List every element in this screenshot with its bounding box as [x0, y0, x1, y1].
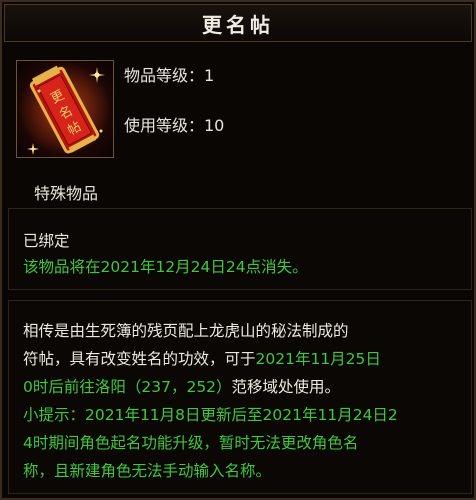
binding-section: 已绑定 该物品将在2021年12月24日24点消失。 — [8, 208, 472, 290]
item-name-title: 更名帖 — [202, 12, 274, 37]
item-level-stat: 物品等级：1 — [124, 66, 215, 85]
description-location-link[interactable]: 洛阳（237，252） — [95, 378, 232, 396]
tip-line-2: 4时期间角色起名功能升级，暂时无法更改角色名 — [23, 434, 359, 452]
tip-line-1: 小提示：2021年11月8日更新后至2021年11月24日2 — [23, 406, 398, 424]
description-line-2: 符帖，具有改变姓名的功效，可于2021年11月25日 — [23, 347, 381, 369]
tooltip-title-bar: 更名帖 — [4, 4, 472, 42]
item-category: 特殊物品 — [34, 184, 99, 203]
description-section: 相传是由生死簿的残页配上龙虎山的秘法制成的 符帖，具有改变姓名的功效，可于202… — [8, 300, 472, 494]
description-line-1: 相传是由生死簿的残页配上龙虎山的秘法制成的 — [23, 322, 349, 340]
description-npc-text: 范移域处使用。 — [231, 378, 341, 396]
rename-card-icon: 更 名 帖 — [16, 60, 114, 158]
rename-card-icon-art: 更 名 帖 — [19, 63, 111, 155]
description-line-2-text: 符帖，具有改变姓名的功效，可于 — [23, 350, 256, 368]
use-level-stat: 使用等级：10 — [124, 116, 225, 135]
description-date: 2021年11月25日 — [255, 350, 381, 368]
description-line-3: 0时后前往洛阳（237，252）范移域处使用。 — [23, 375, 340, 397]
description-time: 0时后前往 — [23, 378, 95, 396]
bound-status: 已绑定 — [23, 232, 70, 250]
expiry-notice: 该物品将在2021年12月24日24点消失。 — [23, 258, 308, 276]
item-tooltip: 更名帖 更 名 帖 物品等级：1 使用等级：10 特殊物品 已绑定 该物品将在2… — [0, 0, 476, 500]
tip-line-3: 称，且新建角色无法手动输入名称。 — [23, 462, 272, 480]
